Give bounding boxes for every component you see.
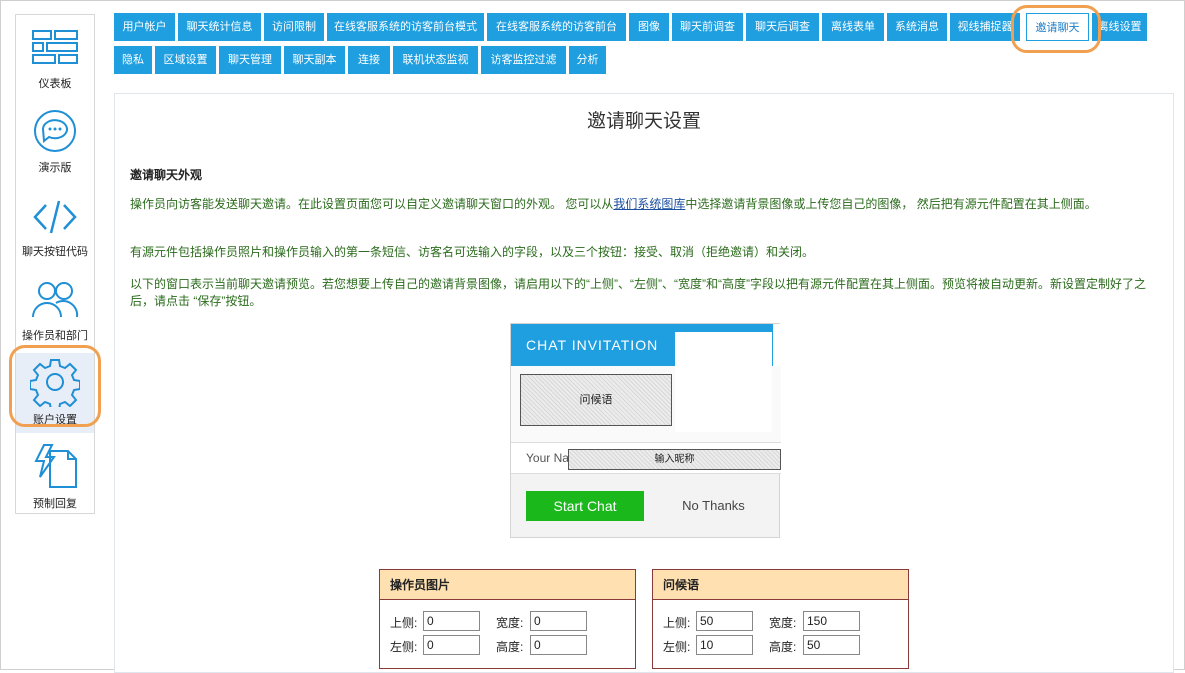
tab-visitor-frontend-mode[interactable]: 在线客服系统的访客前台模式: [327, 13, 484, 41]
tab-privacy[interactable]: 隐私: [114, 46, 152, 74]
highlight-invite-chat-tab: [1011, 5, 1101, 53]
elements-paragraph: 有源元件包括操作员照片和操作员输入的第一条短信、访客名可选输入的字段，以及三个按…: [130, 245, 815, 259]
app-frame: 仪表板 演示版 聊天按钮代码 操作员和部门 账户设置 预制回复 用户帐户 聊天统…: [0, 0, 1185, 673]
tab-eye-catcher[interactable]: 视线捕捉器: [950, 13, 1020, 41]
sidebar-item-label: 演示版: [38, 162, 72, 174]
gallery-link[interactable]: 我们系统图库: [613, 197, 685, 211]
quick-reply-icon: [34, 444, 77, 488]
sidebar-item-demo[interactable]: 演示版: [16, 101, 94, 181]
operator-photo-height-input[interactable]: [530, 635, 587, 655]
tab-images[interactable]: 图像: [629, 13, 669, 41]
users-icon: [32, 282, 79, 318]
top-label: 上侧:: [390, 616, 418, 630]
intro-text-before: 操作员向访客能发送聊天邀请。在此设置页面您可以自定义邀请聊天窗口的外观。 您可以…: [130, 197, 614, 211]
highlight-account-settings: [9, 345, 101, 427]
content-panel: 邀请聊天设置 邀请聊天外观 操作员向访客能发送聊天邀请。在此设置页面您可以自定义…: [114, 93, 1174, 673]
tab-access-restrictions[interactable]: 访问限制: [264, 13, 324, 41]
tab-offline-form[interactable]: 离线表单: [822, 13, 884, 41]
intro-text-after: 中选择邀请背景图像或上传您自己的图像， 然后把有源元件配置在其上侧面。: [685, 197, 1097, 211]
sidebar-item-chat-button-code[interactable]: 聊天按钮代码: [16, 185, 94, 265]
sidebar-item-label: 预制回复: [33, 498, 77, 510]
operator-photo-placeholder: [675, 366, 772, 432]
code-icon: [33, 200, 77, 234]
greeting-element[interactable]: 问候语: [520, 374, 672, 426]
tab-pre-chat-survey[interactable]: 聊天前调查: [672, 13, 743, 41]
greeting-top-input[interactable]: [696, 611, 753, 631]
width-label: 宽度:: [769, 616, 797, 630]
operator-photo-area: [675, 332, 772, 366]
height-label: 高度:: [496, 640, 524, 654]
start-chat-button[interactable]: Start Chat: [526, 491, 644, 521]
chat-bubble-icon: [34, 110, 76, 152]
greeting-box: 问候语 上侧: 宽度: 左侧: 高度:: [652, 569, 909, 669]
sidebar-item-label: 聊天按钮代码: [22, 246, 88, 258]
sidebar-item-canned-replies[interactable]: 预制回复: [16, 437, 94, 517]
sidebar-item-dashboard[interactable]: 仪表板: [16, 17, 94, 97]
invitation-preview: CHAT INVITATION 问候语 Your Name: 输入昵称 Star…: [510, 323, 781, 538]
width-label: 宽度:: [496, 616, 524, 630]
tab-post-chat-survey[interactable]: 聊天后调查: [746, 13, 819, 41]
sidebar-item-label: 仪表板: [38, 78, 72, 90]
page-title: 邀请聊天设置: [586, 111, 701, 132]
tab-connection[interactable]: 连接: [348, 46, 390, 74]
tab-chat-transcripts[interactable]: 聊天副本: [284, 46, 345, 74]
top-label: 上侧:: [663, 616, 691, 630]
no-thanks-button[interactable]: No Thanks: [666, 491, 761, 521]
operator-photo-box: 操作员图片 上侧: 宽度: 左侧: 高度:: [379, 569, 636, 669]
section-heading: 邀请聊天外观: [130, 168, 203, 182]
greeting-width-input[interactable]: [803, 611, 860, 631]
sidebar-item-operators[interactable]: 操作员和部门: [16, 269, 94, 349]
sidebar: 仪表板 演示版 聊天按钮代码 操作员和部门 账户设置 预制回复: [15, 14, 95, 514]
left-label: 左侧:: [663, 640, 691, 654]
greeting-box-title: 问候语: [653, 570, 908, 600]
tab-system-messages[interactable]: 系统消息: [887, 13, 947, 41]
preview-paragraph: 以下的窗口表示当前聊天邀请预览。若您想要上传自己的邀请背景图像，请启用以下的“上…: [130, 277, 1146, 308]
greeting-left-input[interactable]: [696, 635, 753, 655]
tab-visitor-frontend[interactable]: 在线客服系统的访客前台: [487, 13, 626, 41]
tab-region-settings[interactable]: 区域设置: [155, 46, 216, 74]
tab-online-status-monitor[interactable]: 联机状态监视: [393, 46, 478, 74]
intro-paragraph: 操作员向访客能发送聊天邀请。在此设置页面您可以自定义邀请聊天窗口的外观。 您可以…: [130, 196, 1160, 213]
visitor-name-input[interactable]: 输入昵称: [568, 449, 781, 470]
tab-visitor-monitor-filter[interactable]: 访客监控过滤: [481, 46, 566, 74]
tab-chat-stats[interactable]: 聊天统计信息: [178, 13, 261, 41]
height-label: 高度:: [769, 640, 797, 654]
preview-body: 问候语: [511, 366, 781, 442]
greeting-height-input[interactable]: [803, 635, 860, 655]
sidebar-item-label: 操作员和部门: [22, 330, 88, 342]
tab-user-accounts[interactable]: 用户帐户: [114, 13, 175, 41]
left-label: 左侧:: [390, 640, 418, 654]
tab-chat-management[interactable]: 聊天管理: [219, 46, 281, 74]
operator-photo-top-input[interactable]: [423, 611, 480, 631]
operator-photo-left-input[interactable]: [423, 635, 480, 655]
operator-photo-title: 操作员图片: [380, 570, 635, 600]
operator-photo-width-input[interactable]: [530, 611, 587, 631]
tab-analytics[interactable]: 分析: [569, 46, 606, 74]
visitor-name-row: Your Name: 输入昵称: [511, 442, 781, 474]
dashboard-icon: [32, 30, 78, 64]
